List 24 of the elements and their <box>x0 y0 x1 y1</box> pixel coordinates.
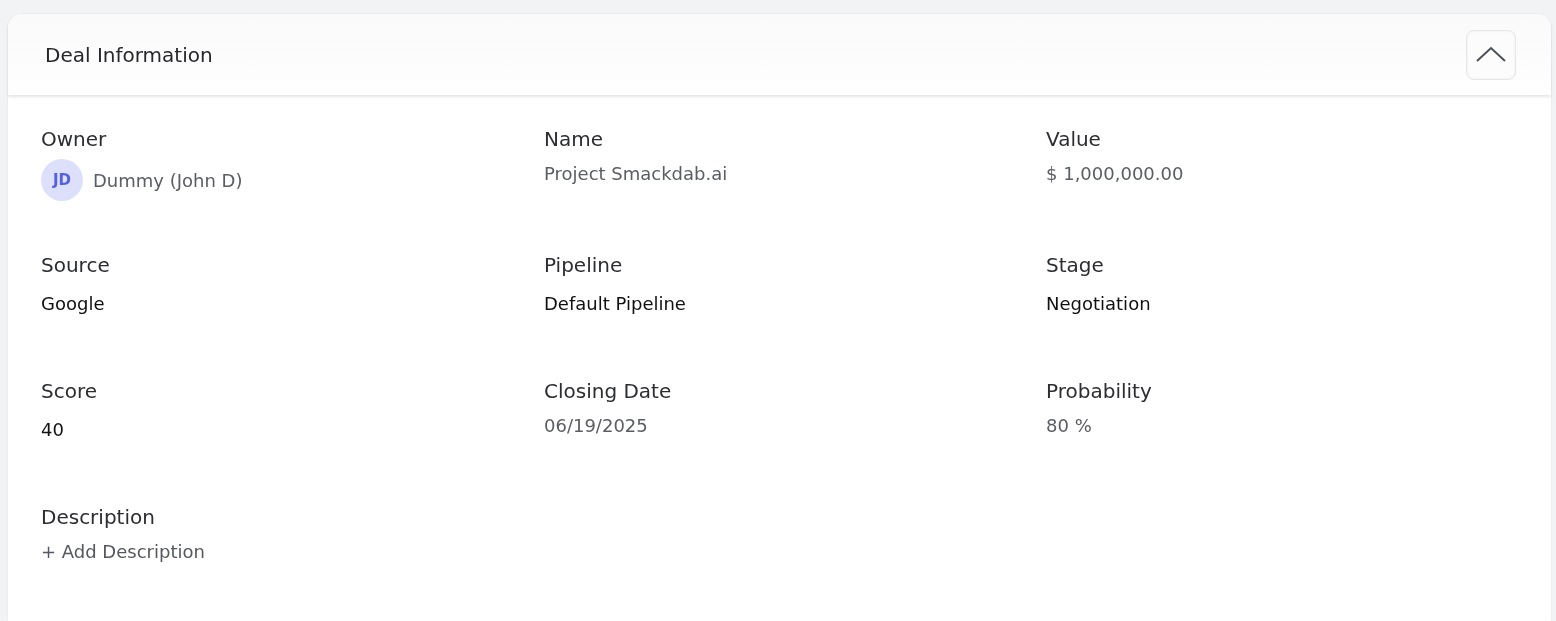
field-label: Description <box>41 505 155 529</box>
chevron-up-icon <box>1475 44 1507 65</box>
field-label: Pipeline <box>544 253 623 277</box>
collapse-button[interactable] <box>1466 29 1516 80</box>
field-label: Closing Date <box>544 379 672 403</box>
field-value: Dummy (John D) <box>93 169 243 191</box>
field-value: 80 % <box>1046 415 1092 436</box>
field-label: Owner <box>41 127 107 151</box>
card-title: Deal Information <box>45 42 213 67</box>
field-value: Project Smackdab.ai <box>544 163 728 184</box>
field-label: Name <box>544 127 603 151</box>
field-value: 06/19/2025 <box>544 415 648 436</box>
field-value[interactable]: Negotiation <box>1046 293 1151 314</box>
avatar: JD <box>41 159 83 201</box>
field-label: Score <box>41 379 97 403</box>
field-value[interactable]: Google <box>41 293 105 314</box>
field-label: Source <box>41 253 110 277</box>
field-label: Value <box>1046 127 1101 151</box>
field-label: Stage <box>1046 253 1104 277</box>
add-description-link[interactable]: + Add Description <box>41 541 205 562</box>
field-value[interactable]: 40 <box>41 419 64 440</box>
field-value: $ 1,000,000.00 <box>1046 163 1184 184</box>
field-value[interactable]: Default Pipeline <box>544 293 686 314</box>
field-label: Probability <box>1046 379 1152 403</box>
